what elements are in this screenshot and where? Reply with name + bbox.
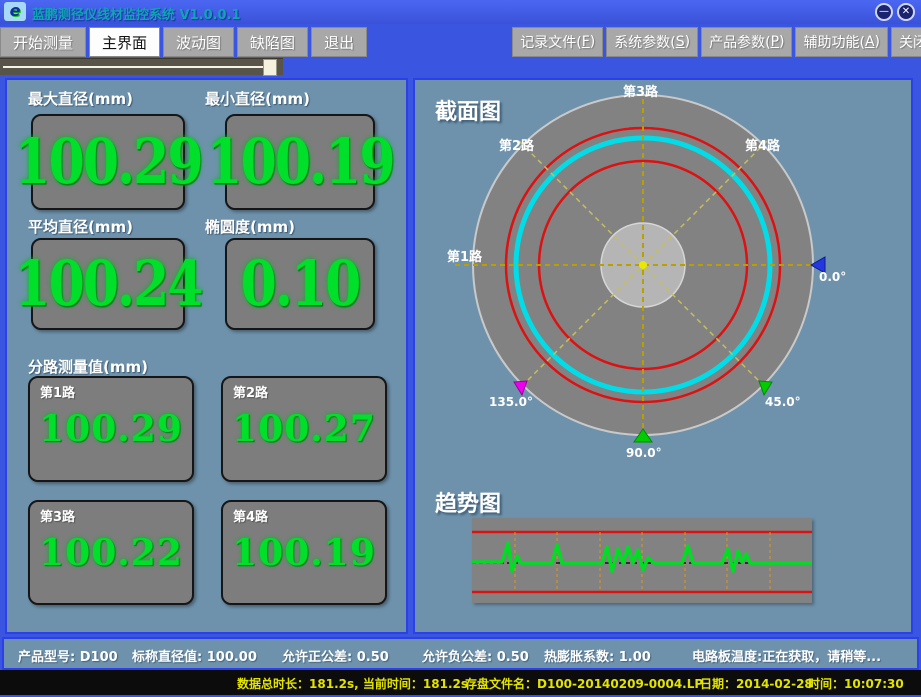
channel3-display: 第3路 100.22: [28, 500, 194, 605]
save-filename: 存盘文件名：D100-20140209-0004.LP: [465, 675, 703, 692]
thermal-coefficient: 热膨胀系数: 1.00: [544, 646, 651, 665]
path1-label: 第1路: [447, 249, 483, 265]
channel2-label: 第2路: [233, 382, 268, 401]
channel4-label: 第4路: [233, 506, 268, 525]
menu-bar: 记录文件(F) 系统参数(S) 产品参数(P) 辅助功能(A) 关闭报警: [512, 27, 921, 57]
app-logo-icon: e: [4, 2, 26, 21]
angle-45-label: 45.0°: [765, 395, 801, 409]
menu-aux-functions[interactable]: 辅助功能(A): [795, 27, 888, 57]
positive-tolerance: 允许正公差: 0.50: [282, 646, 389, 665]
angle-135-label: 135.0°: [489, 395, 533, 409]
min-diameter-label: 最小直径(mm): [205, 88, 310, 109]
channel1-label: 第1路: [40, 382, 75, 401]
channel1-display: 第1路 100.29: [28, 376, 194, 482]
negative-tolerance: 允许负公差: 0.50: [422, 646, 529, 665]
bottom-info-bar: 数据总时长：181.2s, 当前时间：181.2s 存盘文件名：D100-201…: [0, 670, 921, 695]
defect-chart-button[interactable]: 缺陷图: [237, 27, 308, 57]
current-date: 日期：2014-02-28: [700, 675, 813, 692]
ovality-display: 0.10: [225, 238, 375, 330]
slider-handle[interactable]: [263, 59, 277, 76]
title-bar: e 蓝鹏测径仪线材监控系统 V1.0.0.1 — ✕: [0, 0, 921, 24]
channel2-display: 第2路 100.27: [221, 376, 387, 482]
max-diameter-label: 最大直径(mm): [28, 88, 133, 109]
min-diameter-display: 100.19: [225, 114, 375, 210]
angle-90-label: 90.0°: [626, 446, 662, 460]
center-point: [639, 261, 647, 269]
avg-diameter-display: 100.24: [31, 238, 185, 330]
progress-slider[interactable]: [0, 58, 283, 75]
channel3-label: 第3路: [40, 506, 75, 525]
current-time: 时间：10:07:30: [808, 675, 904, 692]
channel4-display: 第4路 100.19: [221, 500, 387, 605]
section-view-title: 截面图: [435, 94, 501, 126]
trend-chart: [472, 518, 812, 603]
exit-button[interactable]: 退出: [311, 27, 367, 57]
fluctuation-chart-button[interactable]: 波动图: [163, 27, 234, 57]
menu-close-alarm[interactable]: 关闭报警: [891, 27, 921, 57]
path4-label: 第4路: [745, 138, 781, 154]
slider-track-line: [3, 66, 265, 68]
toolbar: 开始测量 主界面 波动图 缺陷图 退出 记录文件(F) 系统参数(S) 产品参数…: [0, 24, 921, 58]
close-button[interactable]: ✕: [897, 3, 915, 21]
main-screen-button[interactable]: 主界面: [89, 27, 160, 57]
path3-label: 第3路: [623, 84, 659, 100]
ovality-label: 椭圆度(mm): [205, 216, 295, 237]
section-view-panel: 0.0° 45.0° 90.0° 135.0° 第1路 第2路 第3路 第4路 …: [413, 78, 913, 634]
product-model: 产品型号: D100: [18, 646, 118, 665]
start-measure-button[interactable]: 开始测量: [0, 27, 86, 57]
avg-diameter-label: 平均直径(mm): [28, 216, 133, 237]
menu-record-files[interactable]: 记录文件(F): [512, 27, 603, 57]
minimize-button[interactable]: —: [875, 3, 893, 21]
angle-0-label: 0.0°: [819, 270, 846, 284]
trend-chart-title: 趋势图: [435, 486, 501, 518]
trend-chart-svg: [472, 518, 812, 603]
max-diameter-display: 100.29: [31, 114, 185, 210]
app-window: e 蓝鹏测径仪线材监控系统 V1.0.0.1 — ✕ 开始测量 主界面 波动图 …: [0, 0, 921, 697]
measurement-panel: 最大直径(mm) 最小直径(mm) 100.29 100.19 平均直径(mm)…: [5, 78, 408, 634]
nominal-diameter: 标称直径值: 100.00: [132, 646, 257, 665]
data-duration: 数据总时长：181.2s, 当前时间：181.2s: [237, 675, 468, 692]
channel-section-label: 分路测量值(mm): [28, 356, 148, 377]
path2-label: 第2路: [499, 138, 535, 154]
product-status-bar: 产品型号: D100 标称直径值: 100.00 允许正公差: 0.50 允许负…: [2, 637, 919, 670]
window-title: 蓝鹏测径仪线材监控系统 V1.0.0.1: [32, 4, 241, 23]
menu-system-params[interactable]: 系统参数(S): [606, 27, 698, 57]
menu-product-params[interactable]: 产品参数(P): [701, 27, 792, 57]
board-temperature: 电路板温度:正在获取，请稍等...: [692, 646, 881, 665]
